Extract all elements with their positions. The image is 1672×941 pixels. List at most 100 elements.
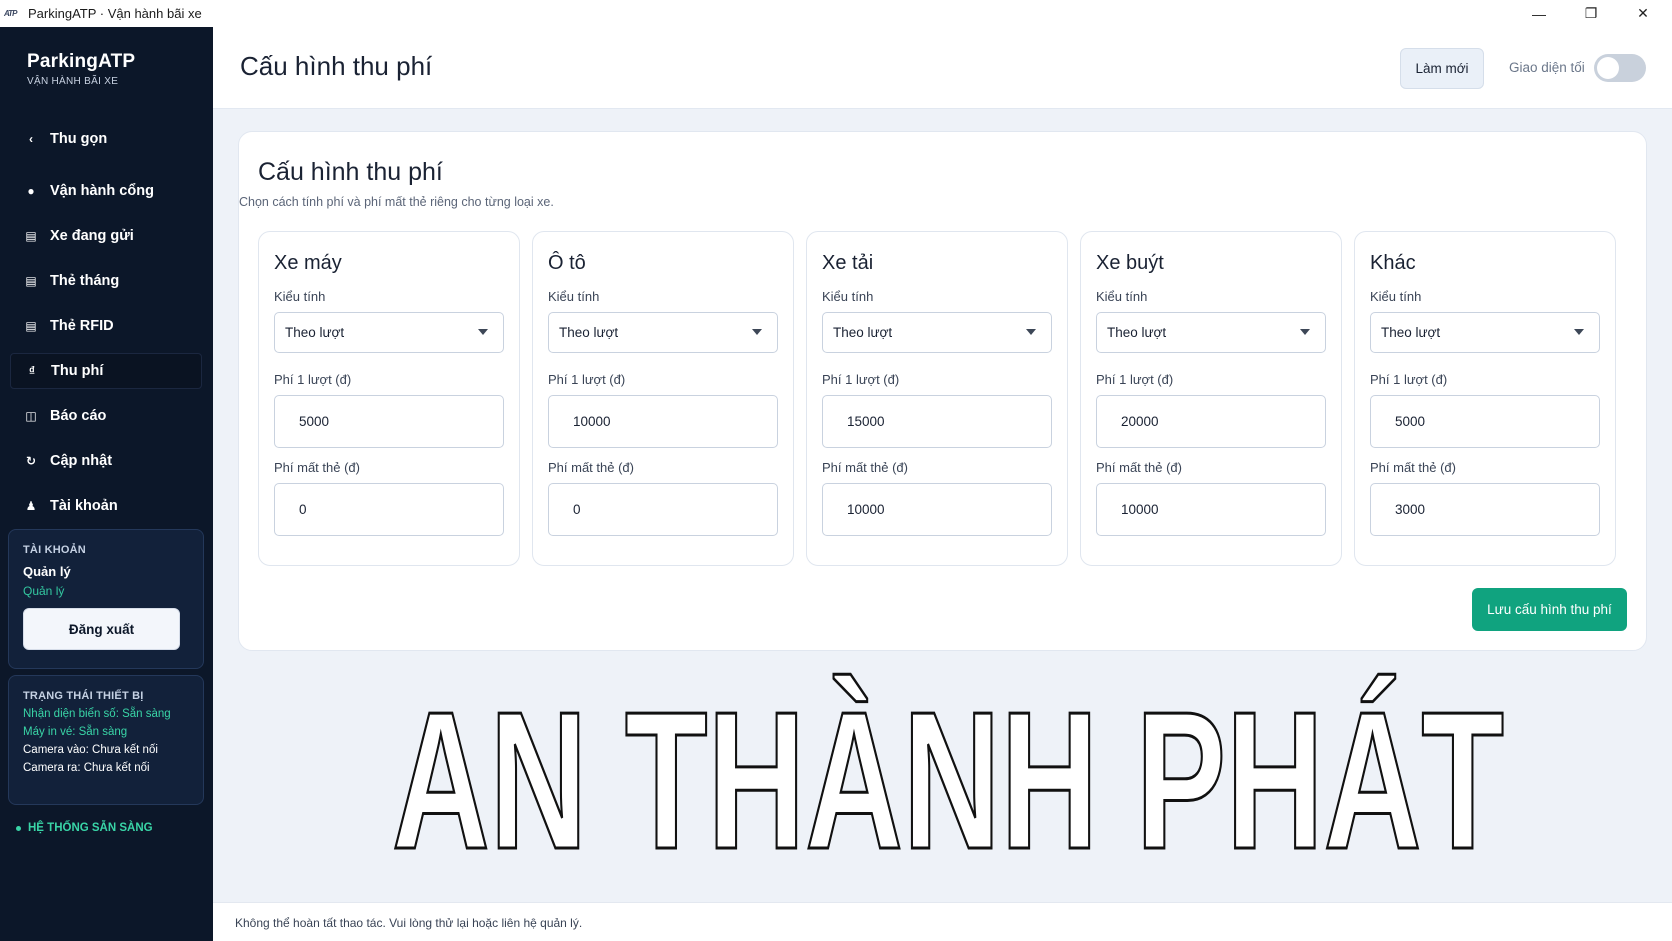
sidebar-item-updates[interactable]: ↻ Cập nhật xyxy=(10,443,202,479)
toggle-knob xyxy=(1597,57,1619,79)
vehicle-name: Ô tô xyxy=(548,252,586,274)
method-label: Kiểu tính xyxy=(548,289,600,304)
lost-card-input[interactable]: 10000 xyxy=(822,483,1052,536)
car-list-icon: ▤ xyxy=(25,229,37,243)
sidebar-item-label: Xe đang gửi xyxy=(50,228,134,244)
window-title: ParkingATP · Vận hành bãi xe xyxy=(28,6,202,21)
device-status-panel: TRẠNG THÁI THIẾT BỊ Nhận diện biển số: S… xyxy=(8,675,204,805)
method-value: Theo lượt xyxy=(1107,325,1167,340)
lost-card-input[interactable]: 3000 xyxy=(1370,483,1600,536)
lost-card-label: Phí mất thẻ (đ) xyxy=(274,460,360,475)
fee-label: Phí 1 lượt (đ) xyxy=(822,372,900,387)
watermark-logo: AN THÀNH PHÁT xyxy=(391,670,1506,861)
close-icon: ✕ xyxy=(1637,5,1649,21)
caret-down-icon xyxy=(1300,329,1310,335)
method-select[interactable]: Theo lượt xyxy=(274,312,504,353)
logout-button[interactable]: Đăng xuất xyxy=(23,608,180,650)
sidebar-item-monthly[interactable]: ▤ Thẻ tháng xyxy=(10,263,202,299)
lost-card-label: Phí mất thẻ (đ) xyxy=(1370,460,1456,475)
fee-input[interactable]: 5000 xyxy=(1370,395,1600,448)
fee-input[interactable]: 10000 xyxy=(548,395,778,448)
fee-input[interactable]: 15000 xyxy=(822,395,1052,448)
brand-name: ParkingATP xyxy=(27,51,136,72)
method-label: Kiểu tính xyxy=(1096,289,1148,304)
vehicle-fee-card: Ô tô Kiểu tính Theo lượt Phí 1 lượt (đ) … xyxy=(532,231,794,566)
card-description: Chọn cách tính phí và phí mất thẻ riêng … xyxy=(239,195,554,209)
vehicle-name: Xe buýt xyxy=(1096,252,1164,274)
device-status-heading: TRẠNG THÁI THIẾT BỊ xyxy=(23,690,144,702)
user-icon: ♟ xyxy=(25,499,37,513)
save-fee-config-button[interactable]: Lưu cấu hình thu phí xyxy=(1472,588,1627,631)
method-select[interactable]: Theo lượt xyxy=(548,312,778,353)
fee-label: Phí 1 lượt (đ) xyxy=(1096,372,1174,387)
method-select[interactable]: Theo lượt xyxy=(1096,312,1326,353)
brand-subtitle: VẬN HÀNH BÃI XE xyxy=(27,76,119,87)
lost-card-label: Phí mất thẻ (đ) xyxy=(822,460,908,475)
status-footer: Không thể hoàn tất thao tác. Vui lòng th… xyxy=(213,902,1672,941)
method-value: Theo lượt xyxy=(559,325,619,340)
vehicle-fee-card: Khác Kiểu tính Theo lượt Phí 1 lượt (đ) … xyxy=(1354,231,1616,566)
method-select[interactable]: Theo lượt xyxy=(1370,312,1600,353)
status-dot-icon xyxy=(16,825,21,831)
device-status-line: Camera ra: Chưa kết nối xyxy=(23,762,150,774)
sidebar-item-label: Vận hành cổng xyxy=(50,183,154,199)
caret-down-icon xyxy=(478,329,488,335)
device-status-line: Máy in vé: Sẵn sàng xyxy=(23,726,128,738)
rfid-card-icon: ▤ xyxy=(25,319,37,333)
account-heading: TÀI KHOẢN xyxy=(23,544,86,556)
sidebar-item-reports[interactable]: ◫ Báo cáo xyxy=(10,398,202,434)
report-icon: ◫ xyxy=(25,409,37,423)
app-logo-icon: ATP xyxy=(4,8,17,18)
dong-sign-icon: ₫ xyxy=(28,364,36,378)
sidebar-item-account[interactable]: ♟ Tài khoản xyxy=(10,488,202,524)
lost-card-label: Phí mất thẻ (đ) xyxy=(548,460,634,475)
refresh-button[interactable]: Làm mới xyxy=(1400,48,1484,89)
method-value: Theo lượt xyxy=(1381,325,1441,340)
brand: ParkingATP VẬN HÀNH BÃI XE xyxy=(27,51,135,87)
card-title: Cấu hình thu phí xyxy=(258,158,443,186)
sidebar-item-label: Cập nhật xyxy=(50,453,113,469)
vehicle-fee-card: Xe buýt Kiểu tính Theo lượt Phí 1 lượt (… xyxy=(1080,231,1342,566)
window-titlebar: ATP ParkingATP · Vận hành bãi xe — ❐ ✕ xyxy=(0,0,1672,27)
page-header: Cấu hình thu phí Làm mới Giao diện tối xyxy=(213,27,1672,109)
lost-card-input[interactable]: 10000 xyxy=(1096,483,1326,536)
sidebar-item-rfid[interactable]: ▤ Thẻ RFID xyxy=(10,308,202,344)
method-label: Kiểu tính xyxy=(274,289,326,304)
lost-card-input[interactable]: 0 xyxy=(274,483,504,536)
refresh-icon: ↻ xyxy=(25,454,37,468)
dark-mode-toggle[interactable] xyxy=(1594,54,1646,82)
lost-card-input[interactable]: 0 xyxy=(548,483,778,536)
restore-icon: ❐ xyxy=(1584,5,1598,21)
minimize-button[interactable]: — xyxy=(1514,0,1564,27)
sidebar-item-fees[interactable]: ₫ Thu phí xyxy=(10,353,202,389)
account-name: Quản lý xyxy=(23,564,71,579)
fee-input[interactable]: 20000 xyxy=(1096,395,1326,448)
sidebar: ParkingATP VẬN HÀNH BÃI XE ‹ Thu gọn ● V… xyxy=(0,27,213,941)
dark-mode-label: Giao diện tối xyxy=(1509,60,1585,75)
vehicle-name: Xe máy xyxy=(274,252,342,274)
account-role: Quản lý xyxy=(23,584,65,598)
method-select[interactable]: Theo lượt xyxy=(822,312,1052,353)
sidebar-item-parked[interactable]: ▤ Xe đang gửi xyxy=(10,218,202,254)
sidebar-item-label: Báo cáo xyxy=(50,408,107,424)
device-status-line: Camera vào: Chưa kết nối xyxy=(23,744,158,756)
restore-button[interactable]: ❐ xyxy=(1566,0,1616,27)
chevron-left-icon: ‹ xyxy=(29,132,33,146)
circle-icon: ● xyxy=(27,184,35,198)
sidebar-item-label: Thẻ RFID xyxy=(50,318,114,334)
fee-input[interactable]: 5000 xyxy=(274,395,504,448)
page-title: Cấu hình thu phí xyxy=(240,51,433,81)
close-button[interactable]: ✕ xyxy=(1618,0,1668,27)
fee-label: Phí 1 lượt (đ) xyxy=(274,372,352,387)
method-value: Theo lượt xyxy=(833,325,893,340)
calendar-card-icon: ▤ xyxy=(25,274,37,288)
footer-message: Không thể hoàn tất thao tác. Vui lòng th… xyxy=(235,916,583,930)
caret-down-icon xyxy=(1026,329,1036,335)
method-label: Kiểu tính xyxy=(822,289,874,304)
system-status: HỆ THỐNG SẴN SÀNG xyxy=(16,822,153,834)
sidebar-item-gate[interactable]: ● Vận hành cổng xyxy=(10,173,202,209)
system-status-label: HỆ THỐNG SẴN SÀNG xyxy=(28,822,153,834)
vehicle-fee-card: Xe tải Kiểu tính Theo lượt Phí 1 lượt (đ… xyxy=(806,231,1068,566)
vehicle-name: Khác xyxy=(1370,252,1416,274)
collapse-button[interactable]: ‹ Thu gọn xyxy=(10,121,202,157)
